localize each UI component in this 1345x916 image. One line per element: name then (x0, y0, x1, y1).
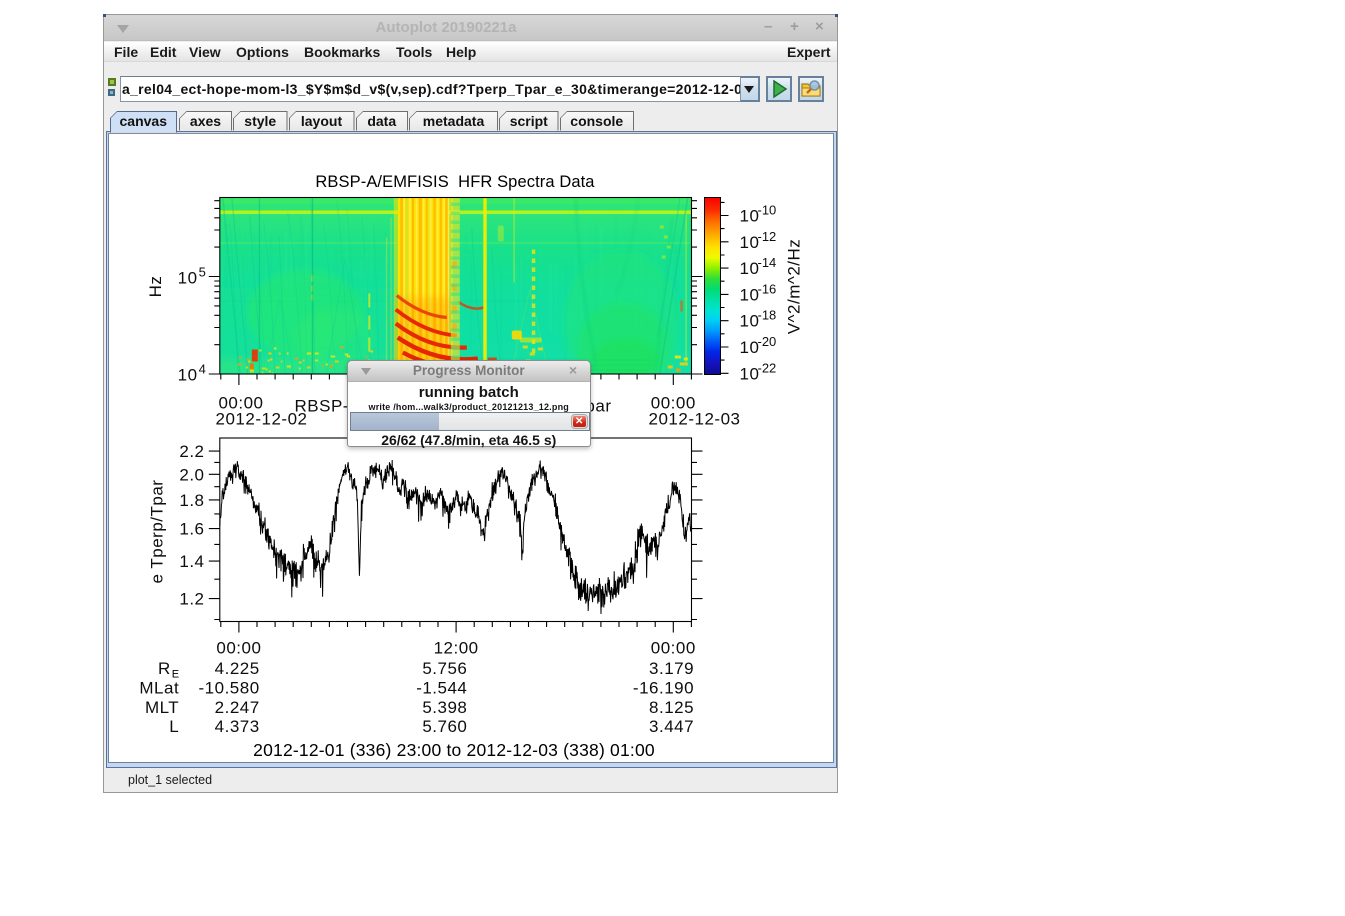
svg-text:1.6: 1.6 (179, 519, 204, 538)
svg-text:-20: -20 (757, 334, 776, 349)
svg-text:5.398: 5.398 (422, 697, 467, 716)
svg-text:-1.544: -1.544 (416, 678, 467, 697)
svg-text:-10.580: -10.580 (198, 678, 259, 697)
svg-text:1.4: 1.4 (179, 552, 204, 571)
svg-text:V^2/m^2/Hz: V^2/m^2/Hz (784, 238, 803, 334)
svg-text:2.0: 2.0 (179, 465, 204, 484)
svg-text:5.756: 5.756 (422, 658, 467, 677)
svg-text:2012-12-03: 2012-12-03 (648, 409, 740, 428)
svg-text:-16: -16 (757, 281, 776, 296)
svg-text:-22: -22 (757, 360, 776, 375)
svg-text:12:00: 12:00 (433, 638, 478, 657)
svg-text:8.125: 8.125 (649, 697, 694, 716)
svg-text:-14: -14 (757, 255, 776, 270)
svg-text:R: R (158, 658, 171, 677)
svg-text:00:00: 00:00 (216, 638, 261, 657)
svg-text:L: L (169, 717, 179, 736)
svg-text:1.8: 1.8 (179, 490, 204, 509)
svg-text:10: 10 (739, 311, 759, 330)
svg-text:10: 10 (739, 232, 759, 251)
svg-text:MLT: MLT (144, 697, 178, 716)
svg-text:10: 10 (739, 364, 759, 383)
svg-text:4.373: 4.373 (214, 717, 259, 736)
svg-text:5: 5 (198, 264, 205, 279)
svg-text:4.225: 4.225 (214, 658, 259, 677)
svg-text:RBSP-A/EMFISIS HFR Spectra Da: RBSP-A/EMFISIS HFR Spectra Data (315, 173, 595, 191)
svg-text:2.2: 2.2 (179, 442, 204, 461)
svg-text:00:00: 00:00 (650, 638, 695, 657)
svg-text:Hz: Hz (146, 275, 165, 297)
svg-text:10: 10 (177, 365, 197, 384)
svg-text:4: 4 (198, 361, 205, 376)
svg-text:-10: -10 (757, 202, 776, 217)
svg-text:10: 10 (739, 338, 759, 357)
svg-text:e Tperp/Tpar: e Tperp/Tpar (147, 479, 166, 583)
svg-text:10: 10 (177, 268, 197, 287)
svg-text:5.760: 5.760 (422, 717, 467, 736)
svg-text:1.2: 1.2 (179, 589, 204, 608)
svg-text:3.447: 3.447 (649, 717, 694, 736)
svg-text:-12: -12 (757, 228, 776, 243)
svg-text:MLat: MLat (139, 678, 179, 697)
svg-text:2012-12-01 (336) 23:00 to 2012: 2012-12-01 (336) 23:00 to 2012-12-03 (33… (253, 740, 655, 760)
svg-text:10: 10 (739, 259, 759, 278)
svg-text:-18: -18 (757, 307, 776, 322)
svg-text:3.179: 3.179 (649, 658, 694, 677)
svg-text:-16.190: -16.190 (632, 678, 693, 697)
svg-text:10: 10 (739, 206, 759, 225)
svg-text:2.247: 2.247 (214, 697, 259, 716)
svg-text:10: 10 (739, 285, 759, 304)
